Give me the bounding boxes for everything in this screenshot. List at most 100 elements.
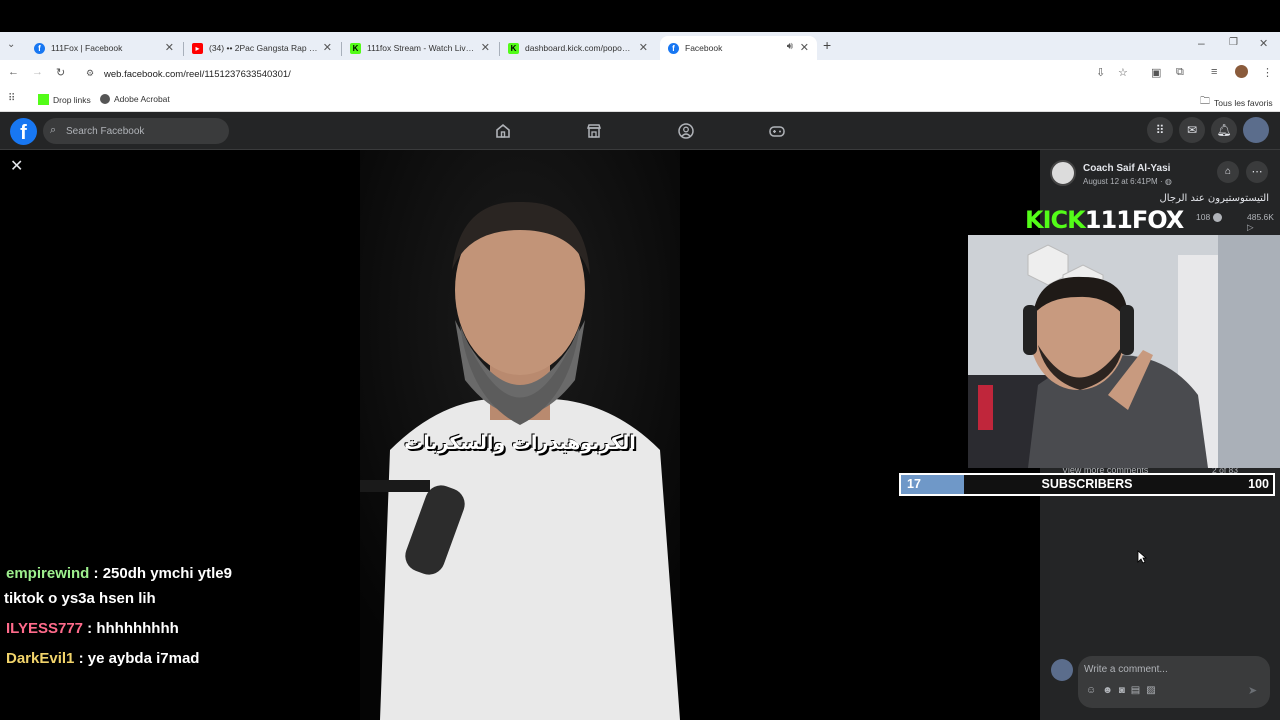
chat-text: : ye aybda i7mad — [78, 650, 200, 667]
messenger-icon[interactable]: ✉ — [1179, 117, 1205, 143]
tab-title: dashboard.kick.com/popout/11 — [525, 43, 635, 53]
save-icon[interactable]: ⌂ — [1217, 161, 1239, 183]
groups-icon[interactable] — [677, 122, 695, 140]
post-author[interactable]: Coach Saif Al-Yasi — [1083, 163, 1170, 174]
close-tab-icon[interactable]: ✕ — [323, 41, 332, 54]
folder-icon: 🗀 — [1200, 96, 1210, 107]
profile-avatar-icon[interactable] — [1235, 65, 1248, 78]
tab-kick-dashboard[interactable]: K dashboard.kick.com/popout/11 ✕ — [500, 36, 656, 60]
author-avatar[interactable] — [1050, 160, 1076, 186]
close-tab-icon[interactable]: ✕ — [165, 41, 174, 54]
bookmark-label: Tous les favoris — [1214, 97, 1273, 108]
menu-kebab-icon[interactable]: ⋮ — [1262, 66, 1273, 79]
subscribers-goal: 100 — [1248, 477, 1269, 491]
tab-title: 111Fox | Facebook — [51, 43, 123, 53]
back-icon[interactable]: ← — [8, 66, 19, 78]
tab-title: Facebook — [685, 43, 723, 53]
webcam-frame-illustration — [968, 235, 1280, 468]
facebook-logo-icon[interactable]: f — [10, 118, 37, 145]
extension-icon[interactable]: ▣ — [1151, 66, 1161, 79]
browser-tab-strip: ⌄ f 111Fox | Facebook ✕ ▸ (34) •• 2Pac G… — [0, 32, 1280, 60]
post-timestamp: August 12 at 6:41PM · ◍ — [1083, 177, 1172, 186]
emoji-icon[interactable]: ☻ — [1102, 685, 1119, 696]
restore-icon[interactable]: ❐ — [1229, 37, 1238, 48]
chat-message: empirewind : 250dh ymchi ytle9 — [6, 565, 232, 582]
kick-logo: KICK — [1025, 206, 1086, 234]
bookmark-label: Drop links — [53, 94, 91, 105]
chat-message: ILYESS777 : hhhhhhhhh — [6, 620, 179, 637]
site-info-icon[interactable]: ⚙ — [86, 68, 94, 79]
chat-username: ILYESS777 — [6, 620, 83, 637]
new-tab-icon[interactable]: + — [823, 37, 831, 53]
facebook-icon: f — [668, 42, 679, 54]
close-tab-icon[interactable]: ✕ — [639, 41, 648, 54]
youtube-icon: ▸ — [192, 42, 203, 54]
kick-icon — [38, 94, 49, 105]
apps-grid-icon[interactable]: ⠿ — [8, 93, 15, 104]
send-icon[interactable]: ➤ — [1248, 684, 1257, 697]
facebook-search-input[interactable]: ⌕ Search Facebook — [43, 118, 229, 144]
gif-icon[interactable]: ▤ — [1131, 685, 1146, 696]
reactions-number: 108 — [1196, 212, 1211, 222]
reel-caption: الكربوهيدرات والسكريات — [404, 432, 636, 454]
top-black-bar — [0, 0, 1280, 32]
tab-111fox-facebook[interactable]: f 111Fox | Facebook ✕ — [26, 36, 182, 60]
commenter-avatar — [1051, 659, 1073, 681]
tab-search-chevron-icon[interactable]: ⌄ — [7, 39, 15, 50]
all-bookmarks-folder[interactable]: 🗀 Tous les favoris — [1200, 94, 1273, 111]
reaction-count[interactable]: 108 — [1196, 212, 1223, 222]
more-options-icon[interactable]: ⋯ — [1246, 161, 1268, 183]
address-bar-row: ← → ↻ ⚙ web.facebook.com/reel/1151237633… — [0, 60, 1280, 88]
subscribers-goal-bar: 17 SUBSCRIBERS 100 — [899, 473, 1275, 496]
streamer-webcam — [968, 235, 1280, 468]
url-field[interactable]: ⚙ web.facebook.com/reel/1151237633540301… — [78, 63, 1138, 85]
comment-input[interactable]: Write a comment... ☺☻◙▤▨ ➤ — [1078, 656, 1270, 708]
reload-icon[interactable]: ↻ — [56, 66, 65, 79]
home-icon[interactable] — [494, 122, 512, 140]
tab-title: 111fox Stream - Watch Live on — [367, 43, 477, 53]
chat-username: empirewind — [6, 565, 90, 582]
bookmark-drop-links[interactable]: Drop links — [38, 94, 91, 105]
tab-kick-stream[interactable]: K 111fox Stream - Watch Live on ✕ — [342, 36, 498, 60]
comment-tools: ☺☻◙▤▨ — [1086, 685, 1162, 696]
view-count: 485.6K ▷ — [1247, 212, 1280, 233]
marketplace-icon[interactable] — [585, 122, 603, 140]
bookmark-label: Adobe Acrobat — [114, 94, 170, 104]
notifications-bell-icon[interactable]: 🔔︎ — [1211, 117, 1237, 143]
gaming-icon[interactable] — [768, 122, 786, 140]
close-tab-icon[interactable]: ✕ — [481, 41, 490, 54]
timestamp-text: August 12 at 6:41PM · — [1083, 177, 1163, 186]
sticker-icon[interactable]: ▨ — [1146, 685, 1161, 696]
search-placeholder: Search Facebook — [66, 125, 145, 137]
bookmark-adobe-acrobat[interactable]: Adobe Acrobat — [100, 94, 170, 104]
menu-grid-icon[interactable]: ⠿ — [1147, 117, 1173, 143]
avatar-sticker-icon[interactable]: ☺ — [1086, 685, 1102, 696]
speaker-icon[interactable]: 🔊︎ — [787, 41, 793, 52]
url-text: web.facebook.com/reel/1151237633540301/ — [104, 68, 291, 80]
close-tab-icon[interactable]: ✕ — [800, 41, 809, 54]
account-avatar[interactable] — [1243, 117, 1269, 143]
close-viewer-icon[interactable]: ✕ — [10, 156, 23, 176]
chat-message: DarkEvil1 : ye aybda i7mad — [6, 650, 199, 667]
kick-icon: K — [350, 42, 361, 54]
window-close-icon[interactable]: ✕ — [1259, 37, 1268, 50]
chat-message: tiktok o ys3a hsen lih — [4, 590, 156, 607]
extensions-puzzle-icon[interactable]: ⧉ — [1176, 66, 1184, 79]
bookmarks-bar: ⠿ Drop links Adobe Acrobat 🗀 Tous les fa… — [0, 88, 1280, 112]
tab-youtube[interactable]: ▸ (34) •• 2Pac Gangsta Rap Old S ✕ — [184, 36, 340, 60]
install-app-icon[interactable]: ⇩ — [1096, 66, 1105, 79]
views-number: 485.6K — [1247, 212, 1274, 222]
reaction-icon — [1213, 212, 1223, 222]
tab-facebook-active[interactable]: f Facebook 🔊︎ ✕ — [660, 36, 817, 60]
facebook-header: f ⌕ Search Facebook ⠿ ✉ 🔔︎ — [0, 112, 1280, 150]
chat-text: : hhhhhhhhh — [87, 620, 179, 637]
camera-icon[interactable]: ◙ — [1119, 685, 1131, 696]
stream-brand: KICK111FOX — [1025, 206, 1184, 234]
minimize-icon[interactable]: – — [1198, 36, 1205, 50]
reel-video[interactable]: الكربوهيدرات والسكريات — [360, 150, 680, 720]
forward-icon[interactable]: → — [32, 66, 43, 78]
search-icon: ⌕ — [50, 124, 57, 136]
media-control-icon[interactable]: ≡ — [1211, 66, 1217, 78]
bookmark-star-icon[interactable]: ☆ — [1118, 66, 1128, 79]
kick-icon: K — [508, 42, 519, 54]
